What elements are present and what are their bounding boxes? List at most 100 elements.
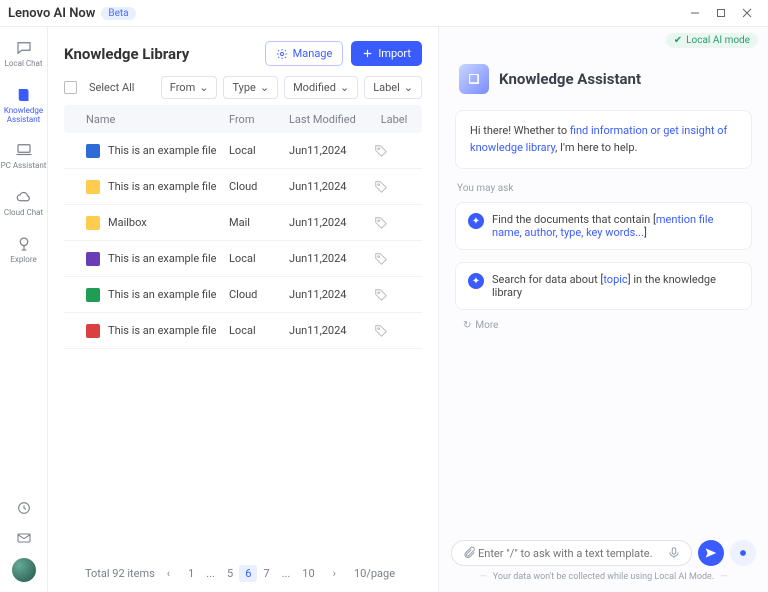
titlebar: Lenovo AI Now Beta: [0, 0, 768, 26]
greeting-bubble: Hi there! Whether to find information or…: [455, 110, 752, 169]
pagination-next[interactable]: ›: [327, 565, 342, 582]
sidebar-item-knowledge-assistant[interactable]: Knowledge Assistant: [0, 82, 47, 128]
sidebar-item-label: PC Assistant: [1, 162, 47, 171]
tag-icon[interactable]: [374, 324, 388, 338]
pagination-page[interactable]: 7: [257, 565, 275, 582]
attach-button[interactable]: [460, 546, 478, 560]
mic-button[interactable]: [665, 546, 683, 560]
sidebar-item-pc-assistant[interactable]: PC Assistant: [0, 137, 47, 174]
suggestion-icon: ✦: [468, 213, 484, 229]
suggestion-1[interactable]: ✦ Find the documents that contain [menti…: [455, 202, 752, 250]
user-avatar[interactable]: [12, 558, 36, 582]
chevron-down-icon: ⌄: [260, 81, 269, 94]
window-minimize-button[interactable]: [682, 2, 708, 24]
tag-icon[interactable]: [374, 216, 388, 230]
file-name: This is an example file: [108, 288, 217, 301]
clock-icon: [14, 498, 34, 518]
assistant-fab[interactable]: [730, 540, 756, 566]
pagination-per-page[interactable]: 10/page: [348, 565, 401, 582]
book-icon: [14, 85, 34, 105]
file-from: Cloud: [229, 180, 289, 193]
sidebar-item-label: Local Chat: [5, 60, 43, 69]
table-row[interactable]: This is an example file CloudJun11,2024: [64, 169, 422, 205]
table-row[interactable]: This is an example fileCloudJun11,2024: [64, 277, 422, 313]
main-content: Knowledge Library Manage Import Select A…: [48, 27, 438, 592]
beta-badge: Beta: [101, 7, 135, 20]
column-from-header: From: [229, 113, 289, 126]
pagination-page[interactable]: 1: [182, 565, 200, 582]
tag-icon[interactable]: [374, 144, 388, 158]
sidebar-item-local-chat[interactable]: Local Chat: [0, 35, 47, 72]
suggestion-icon: ✦: [468, 273, 484, 289]
window-close-button[interactable]: [734, 2, 760, 24]
file-folder-icon: [86, 216, 100, 230]
file-name: This is an example file: [108, 144, 217, 157]
pagination-page[interactable]: 5: [221, 565, 239, 582]
sidebar-item-cloud-chat[interactable]: Cloud Chat: [0, 184, 47, 221]
chevron-down-icon: ⌄: [340, 81, 349, 94]
ai-mode-chip[interactable]: ✔ Local AI mode: [666, 33, 758, 48]
table-row[interactable]: This is an example fileLocalJun11,2024: [64, 241, 422, 277]
chat-input-box: [451, 540, 692, 566]
window-maximize-button[interactable]: [708, 2, 734, 24]
file-modified: Jun11,2024: [289, 288, 374, 301]
table-row[interactable]: Mailbox MailJun11,2024: [64, 205, 422, 241]
mail-button[interactable]: [0, 528, 47, 548]
page-title: Knowledge Library: [64, 45, 257, 63]
column-name-header: Name: [72, 113, 229, 126]
file-name: Mailbox: [108, 216, 147, 229]
file-word-icon: [86, 144, 100, 158]
file-modified: Jun11,2024: [289, 324, 374, 337]
sidebar-item-explore[interactable]: Explore: [0, 231, 47, 268]
send-button[interactable]: [698, 540, 724, 566]
app-brand: Lenovo AI Now: [8, 6, 95, 21]
select-all-checkbox[interactable]: [64, 81, 77, 94]
file-name: This is an example file: [108, 180, 217, 193]
filter-type[interactable]: Type⌄: [223, 76, 278, 99]
assistant-logo: ❏: [459, 64, 489, 94]
suggestion-2[interactable]: ✦ Search for data about [topic] in the k…: [455, 262, 752, 310]
filter-label[interactable]: Label⌄: [364, 76, 422, 99]
chat-icon: [14, 38, 34, 58]
sidebar: Local Chat Knowledge Assistant PC Assist…: [0, 27, 48, 592]
manage-button[interactable]: Manage: [265, 41, 344, 66]
history-button[interactable]: [0, 498, 47, 518]
laptop-icon: [14, 140, 34, 160]
pagination-page[interactable]: 10: [296, 565, 320, 582]
tag-icon[interactable]: [374, 252, 388, 266]
chat-input[interactable]: [478, 547, 665, 560]
cloud-icon: [14, 187, 34, 207]
select-all-label: Select All: [89, 81, 134, 94]
gear-icon: [276, 48, 288, 60]
file-modified: Jun11,2024: [289, 216, 374, 229]
more-suggestions[interactable]: ↻ More: [439, 316, 768, 335]
file-from: Local: [229, 144, 289, 157]
chevron-down-icon: ⌄: [199, 81, 208, 94]
chevron-down-icon: ⌄: [404, 81, 413, 94]
refresh-icon: ↻: [463, 320, 471, 331]
file-excel-icon: [86, 288, 100, 302]
table-row[interactable]: This is an example file LocalJun11,2024: [64, 133, 422, 169]
plus-icon: [362, 48, 373, 59]
pagination-prev[interactable]: ‹: [161, 565, 176, 582]
file-one-icon: [86, 252, 100, 266]
tag-icon[interactable]: [374, 288, 388, 302]
sidebar-item-label: Explore: [10, 256, 36, 265]
table-row[interactable]: This is an example fileLocalJun11,2024: [64, 313, 422, 349]
filter-modified[interactable]: Modified⌄: [284, 76, 358, 99]
file-modified: Jun11,2024: [289, 144, 374, 157]
file-name: This is an example file: [108, 252, 217, 265]
file-name: This is an example file: [108, 324, 217, 337]
ai-mode-label: Local AI mode: [686, 35, 750, 46]
pagination-page[interactable]: 6: [239, 565, 257, 582]
column-label-header: Label: [374, 113, 414, 126]
file-from: Mail: [229, 216, 289, 229]
assistant-title: Knowledge Assistant: [499, 70, 641, 88]
import-button[interactable]: Import: [351, 41, 422, 66]
pagination-total: Total 92 items: [85, 567, 155, 580]
chat-pane: ✔ Local AI mode ❏ Knowledge Assistant Hi…: [438, 27, 768, 592]
tag-icon[interactable]: [374, 180, 388, 194]
file-modified: Jun11,2024: [289, 180, 374, 193]
filter-from[interactable]: From⌄: [161, 76, 218, 99]
you-may-ask-label: You may ask: [439, 177, 768, 196]
